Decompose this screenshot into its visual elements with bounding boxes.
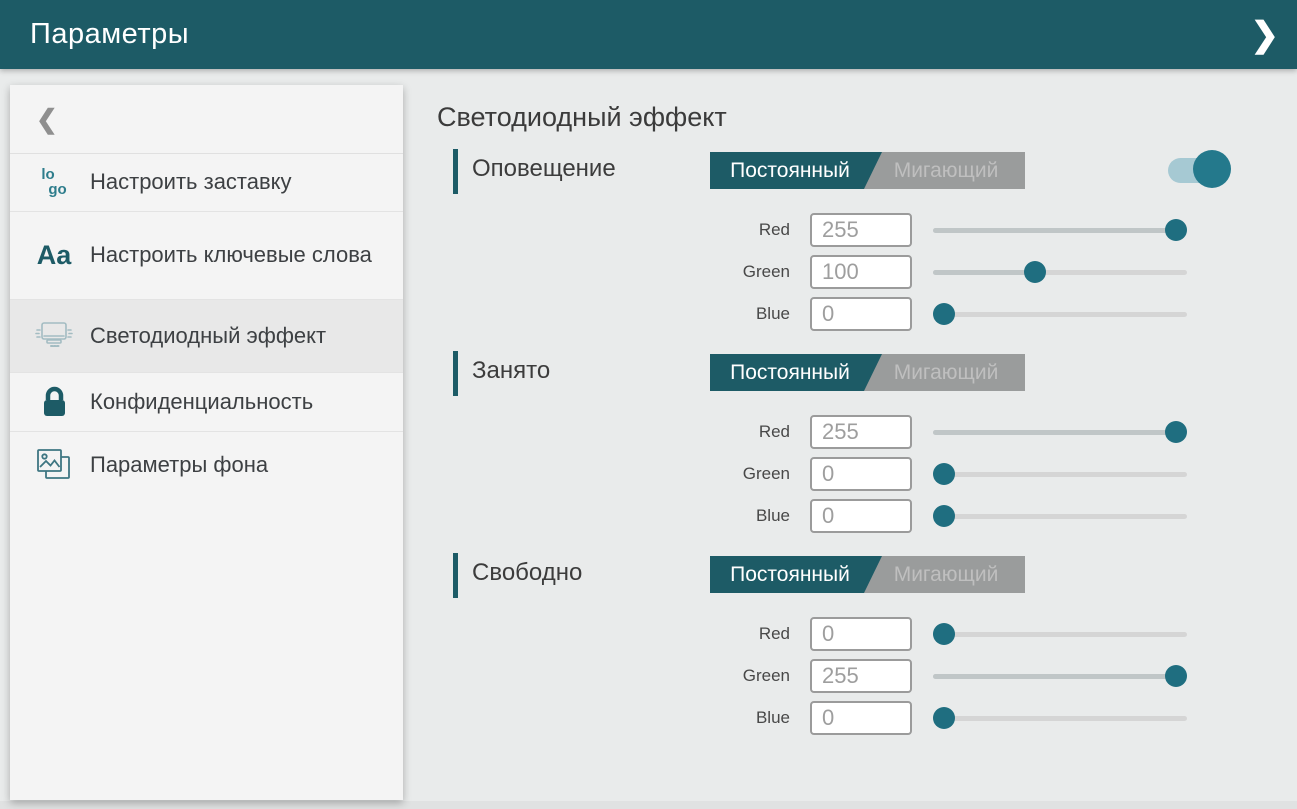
red-label: Red <box>437 422 790 442</box>
mode-option-constant[interactable]: Постоянный <box>710 354 882 391</box>
slider-thumb[interactable] <box>1024 261 1046 283</box>
blue-slider[interactable] <box>933 499 1187 533</box>
mode-option-constant[interactable]: Постоянный <box>710 556 882 593</box>
sidebar-item-splash-screen[interactable]: lo go Настроить заставку <box>10 154 403 212</box>
blue-slider[interactable] <box>933 701 1187 735</box>
sidebar-collapse-button[interactable]: ❮ <box>10 85 403 154</box>
blue-value-input[interactable] <box>810 701 912 735</box>
lock-icon <box>32 386 76 419</box>
mode-option-blinking[interactable]: Мигающий <box>867 556 1025 593</box>
red-slider[interactable] <box>933 617 1187 651</box>
section-busy: Занято Мигающий Постоянный Red Green <box>437 349 1297 533</box>
slider-fill <box>933 228 1176 233</box>
slider-track <box>933 312 1187 317</box>
green-label: Green <box>437 666 790 686</box>
green-label: Green <box>437 464 790 484</box>
mode-option-blinking[interactable]: Мигающий <box>867 354 1025 391</box>
slider-thumb[interactable] <box>933 463 955 485</box>
chevron-right-icon[interactable]: ❯ <box>1251 18 1280 52</box>
slider-track <box>933 514 1187 519</box>
monitor-icon <box>32 318 76 354</box>
mode-segmented-control: Мигающий Постоянный <box>710 556 1025 593</box>
sidebar-item-label: Конфиденциальность <box>90 389 329 416</box>
sidebar-item-label: Настроить ключевые слова <box>90 242 388 269</box>
chevron-left-icon: ❮ <box>36 104 58 135</box>
blue-value-input[interactable] <box>810 297 912 331</box>
red-label: Red <box>437 624 790 644</box>
section-label: Оповещение <box>472 155 616 183</box>
led-effect-panel: Светодиодный эффект Оповещение Мигающий … <box>437 69 1297 809</box>
slider-thumb[interactable] <box>933 505 955 527</box>
slider-thumb[interactable] <box>933 303 955 325</box>
slider-track <box>933 632 1187 637</box>
sidebar-item-keywords[interactable]: Aa Настроить ключевые слова <box>10 212 403 300</box>
settings-sidebar: ❮ lo go Настроить заставку Aa Настроить … <box>10 85 403 800</box>
logo-icon: lo go <box>32 168 76 197</box>
notification-toggle-switch[interactable] <box>1168 150 1231 188</box>
rgb-row-blue: Blue <box>437 499 1297 533</box>
red-label: Red <box>437 220 790 240</box>
slider-thumb[interactable] <box>1165 665 1187 687</box>
rgb-row-blue: Blue <box>437 297 1297 331</box>
green-label: Green <box>437 262 790 282</box>
image-icon <box>32 448 76 482</box>
switch-knob <box>1193 150 1231 188</box>
red-value-input[interactable] <box>810 415 912 449</box>
sidebar-item-label: Настроить заставку <box>90 169 308 196</box>
red-slider[interactable] <box>933 415 1187 449</box>
green-slider[interactable] <box>933 457 1187 491</box>
accent-bar <box>453 149 458 194</box>
blue-slider[interactable] <box>933 297 1187 331</box>
green-value-input[interactable] <box>810 457 912 491</box>
sidebar-item-label: Светодиодный эффект <box>90 323 342 350</box>
slider-fill <box>933 430 1176 435</box>
slider-thumb[interactable] <box>933 707 955 729</box>
sidebar-item-privacy[interactable]: Конфиденциальность <box>10 373 403 432</box>
slider-track <box>933 716 1187 721</box>
red-slider[interactable] <box>933 213 1187 247</box>
rgb-row-red: Red <box>437 617 1297 651</box>
rgb-row-green: Green <box>437 659 1297 693</box>
text-aa-icon: Aa <box>32 240 76 271</box>
slider-thumb[interactable] <box>1165 421 1187 443</box>
slider-fill <box>933 270 1035 275</box>
mode-option-constant[interactable]: Постоянный <box>710 152 882 189</box>
accent-bar <box>453 351 458 396</box>
rgb-row-red: Red <box>437 213 1297 247</box>
red-value-input[interactable] <box>810 213 912 247</box>
sidebar-item-label: Параметры фона <box>90 452 284 479</box>
app-header: Параметры ❯ <box>0 0 1297 69</box>
slider-track <box>933 472 1187 477</box>
bottom-edge <box>0 801 1297 809</box>
blue-label: Blue <box>437 708 790 728</box>
blue-value-input[interactable] <box>810 499 912 533</box>
rgb-row-blue: Blue <box>437 701 1297 735</box>
rgb-row-red: Red <box>437 415 1297 449</box>
blue-label: Blue <box>437 304 790 324</box>
green-slider[interactable] <box>933 659 1187 693</box>
mode-segmented-control: Мигающий Постоянный <box>710 354 1025 391</box>
rgb-row-green: Green <box>437 457 1297 491</box>
mode-segmented-control: Мигающий Постоянный <box>710 152 1025 189</box>
section-label: Занято <box>472 357 550 385</box>
section-label: Свободно <box>472 559 582 587</box>
blue-label: Blue <box>437 506 790 526</box>
green-slider[interactable] <box>933 255 1187 289</box>
slider-thumb[interactable] <box>933 623 955 645</box>
accent-bar <box>453 553 458 598</box>
green-value-input[interactable] <box>810 255 912 289</box>
red-value-input[interactable] <box>810 617 912 651</box>
slider-fill <box>933 674 1176 679</box>
page-title: Параметры <box>30 18 189 51</box>
sidebar-item-background[interactable]: Параметры фона <box>10 432 403 498</box>
rgb-row-green: Green <box>437 255 1297 289</box>
slider-thumb[interactable] <box>1165 219 1187 241</box>
section-notification: Оповещение Мигающий Постоянный Red Green <box>437 147 1297 331</box>
section-free: Свободно Мигающий Постоянный Red Green <box>437 551 1297 735</box>
sidebar-item-led-effect[interactable]: Светодиодный эффект <box>10 300 403 373</box>
section-title: Светодиодный эффект <box>437 102 1297 133</box>
mode-option-blinking[interactable]: Мигающий <box>867 152 1025 189</box>
green-value-input[interactable] <box>810 659 912 693</box>
